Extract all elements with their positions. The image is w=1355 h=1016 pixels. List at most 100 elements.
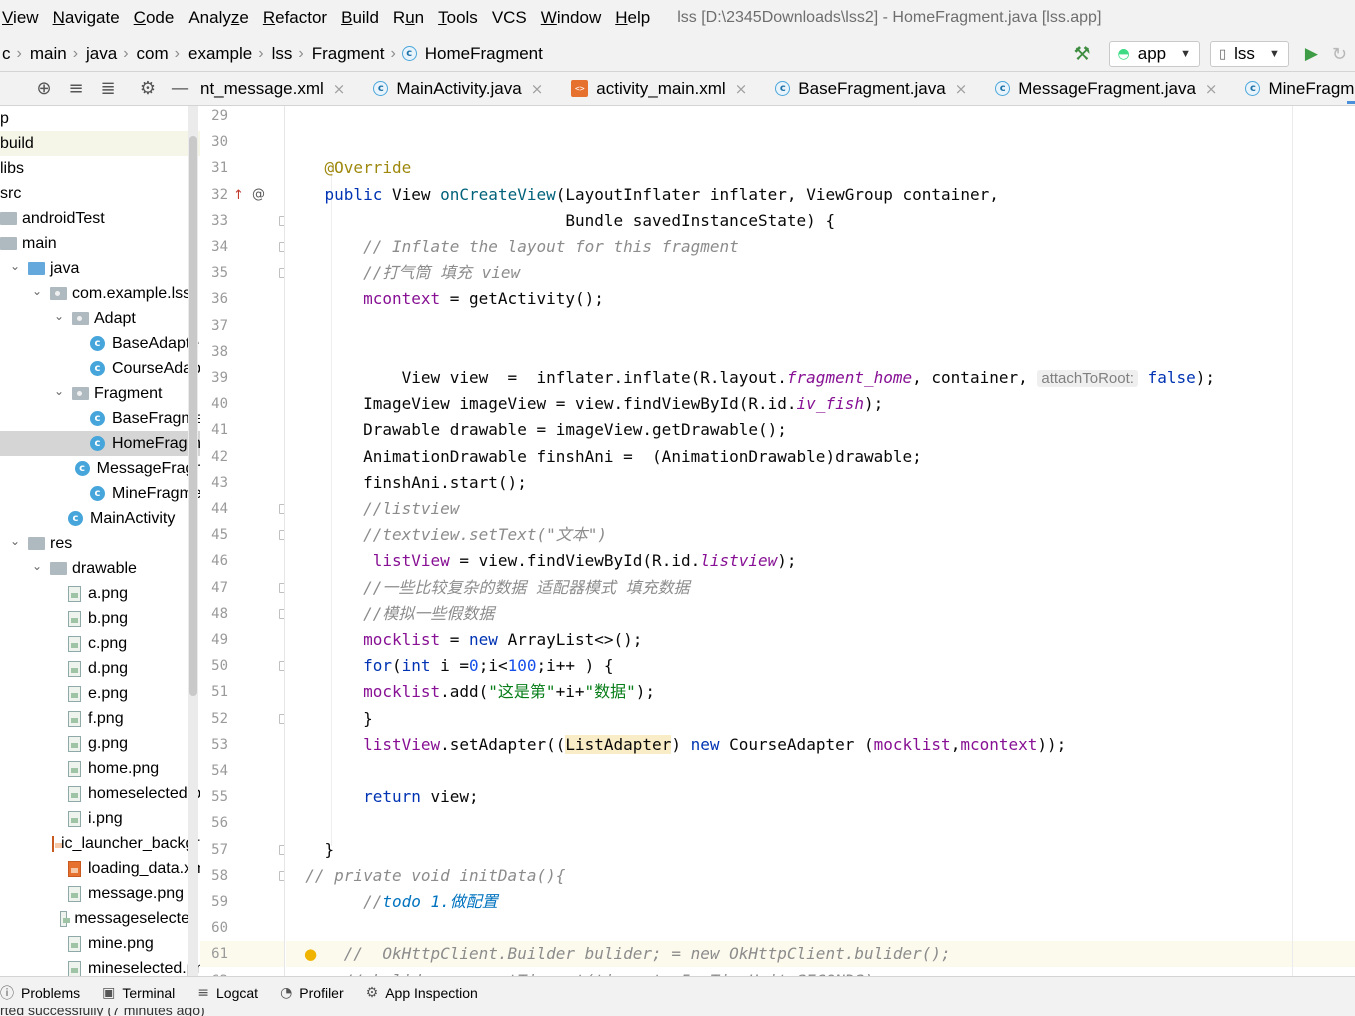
tree-item[interactable]: g.png xyxy=(0,731,200,756)
menu-vcs[interactable]: VCS xyxy=(485,0,534,36)
tree-item[interactable]: e.png xyxy=(0,681,200,706)
tree-item[interactable]: b.png xyxy=(0,606,200,631)
code-line[interactable]: View view = inflater.inflate(R.layout.fr… xyxy=(286,365,1355,391)
editor-tab[interactable]: c BaseFragment.java × xyxy=(757,72,977,105)
code-line[interactable]: for(int i =0;i<100;i++ ) { xyxy=(286,653,1355,679)
tree-item[interactable]: c CourseAdapter xyxy=(0,356,200,381)
code-line[interactable] xyxy=(286,129,1355,155)
tree-item[interactable]: ⌄ drawable xyxy=(0,556,200,581)
at-sign-icon[interactable]: @ xyxy=(252,182,265,208)
fold-marker-icon[interactable] xyxy=(279,504,284,514)
tree-item[interactable]: ⌄ Fragment xyxy=(0,381,200,406)
menu-refactor[interactable]: Refactor xyxy=(256,0,334,36)
code-line[interactable]: AnimationDrawable finshAni = (AnimationD… xyxy=(286,444,1355,470)
close-icon[interactable]: × xyxy=(1205,80,1218,98)
code-line[interactable]: ImageView imageView = view.findViewById(… xyxy=(286,391,1355,417)
code-line[interactable]: //textview.setText("文本") xyxy=(286,522,1355,548)
chevron-down-icon[interactable]: ⌄ xyxy=(8,534,22,548)
editor-tab[interactable]: cMineFragment.java× xyxy=(1227,72,1355,105)
fold-marker-icon[interactable] xyxy=(279,844,284,855)
locate-target-icon[interactable]: ⊕ xyxy=(28,78,60,99)
tree-item[interactable]: c BaseAdapter xyxy=(0,331,200,356)
apply-changes-icon[interactable]: ↻ xyxy=(1332,44,1347,65)
fold-marker-icon[interactable] xyxy=(279,713,284,724)
expand-all-icon[interactable]: ≡ xyxy=(60,78,92,99)
tree-item[interactable]: c.png xyxy=(0,631,200,656)
chevron-down-icon[interactable]: ⌄ xyxy=(52,384,66,398)
fold-marker-icon[interactable] xyxy=(279,530,284,541)
menu-code[interactable]: Code xyxy=(127,0,182,36)
breadcrumb-item[interactable]: c xyxy=(0,44,13,64)
menu-help[interactable]: Help xyxy=(608,0,657,36)
code-line[interactable]: @Override xyxy=(286,155,1355,181)
tree-item[interactable]: ⌄ java xyxy=(0,256,200,281)
code-line[interactable] xyxy=(286,106,1355,129)
code-line[interactable]: // bulider.connectTimeout(timeout: 5, Ti… xyxy=(286,968,1355,976)
code-line[interactable]: // private void initData(){ xyxy=(286,863,1355,889)
code-line[interactable]: // OkHttpClient.Builder bulider; = new O… xyxy=(286,941,1355,968)
tree-item[interactable]: f.png xyxy=(0,706,200,731)
menu-view[interactable]: View xyxy=(0,0,46,36)
tree-item[interactable]: loading_data.xml xyxy=(0,856,200,881)
fold-marker-icon[interactable] xyxy=(279,870,284,881)
device-select[interactable]: ▯ lss ▼ xyxy=(1210,41,1289,67)
code-line[interactable]: //一些比较复杂的数据 适配器模式 填充数据 xyxy=(286,575,1355,601)
close-icon[interactable]: × xyxy=(531,80,544,98)
breadcrumb-item[interactable]: main xyxy=(28,44,69,64)
code-line[interactable]: //todo 1.做配置 xyxy=(286,889,1355,915)
close-icon[interactable]: × xyxy=(735,80,748,98)
editor-tab[interactable]: c MessageFragment.java × xyxy=(977,72,1227,105)
hide-icon[interactable]: — xyxy=(164,78,196,99)
code-line[interactable]: listView = view.findViewById(R.id.listvi… xyxy=(286,548,1355,574)
chevron-down-icon[interactable]: ⌄ xyxy=(30,559,44,573)
tree-item[interactable]: d.png xyxy=(0,656,200,681)
tree-item[interactable]: src xyxy=(0,181,200,206)
code-line[interactable] xyxy=(286,339,1355,365)
breadcrumb-item[interactable]: lss xyxy=(270,44,295,64)
tree-item[interactable]: home.png xyxy=(0,756,200,781)
fold-marker-icon[interactable] xyxy=(279,582,284,593)
gear-icon[interactable]: ⚙ xyxy=(132,78,164,99)
tree-item[interactable]: i.png xyxy=(0,806,200,831)
code-line[interactable]: //模拟一些假数据 xyxy=(286,601,1355,627)
code-line[interactable]: finshAni.start(); xyxy=(286,470,1355,496)
code-line[interactable]: listView.setAdapter((ListAdapter) new Co… xyxy=(286,732,1355,758)
fold-marker-icon[interactable] xyxy=(279,242,284,252)
tree-item[interactable]: c MineFragment xyxy=(0,481,200,506)
tree-scrollbar[interactable] xyxy=(188,106,198,976)
tree-item[interactable]: message.png xyxy=(0,881,200,906)
code-line[interactable] xyxy=(286,313,1355,339)
tool-terminal[interactable]: ▣ Terminal xyxy=(102,985,175,1001)
fold-marker-icon[interactable] xyxy=(279,215,284,226)
tree-item[interactable]: c BaseFragment xyxy=(0,406,200,431)
code-line[interactable]: Drawable drawable = imageView.getDrawabl… xyxy=(286,417,1355,443)
editor-tab[interactable]: <> activity_main.xml × xyxy=(553,72,757,105)
collapse-all-icon[interactable]: ≣ xyxy=(92,78,124,99)
code-editor[interactable]: @Override public View onCreateView(Layou… xyxy=(286,106,1355,976)
menu-build[interactable]: Build xyxy=(334,0,386,36)
breadcrumb-item[interactable]: HomeFragment xyxy=(423,44,545,64)
code-line[interactable] xyxy=(286,758,1355,784)
code-line[interactable]: return view; xyxy=(286,784,1355,810)
chevron-down-icon[interactable]: ⌄ xyxy=(8,259,22,273)
tree-item[interactable]: libs xyxy=(0,156,200,181)
close-icon[interactable]: × xyxy=(333,80,346,98)
editor-tab[interactable]: nt_message.xml × xyxy=(200,72,355,105)
tool-logcat[interactable]: ≡ Logcat xyxy=(197,985,258,1001)
tree-item[interactable]: ⌄ com.example.lss xyxy=(0,281,200,306)
tree-item[interactable]: c MainActivity xyxy=(0,506,200,531)
chevron-down-icon[interactable]: ⌄ xyxy=(52,309,66,323)
code-line[interactable]: } xyxy=(286,837,1355,863)
menu-run[interactable]: Run xyxy=(386,0,431,36)
menu-window[interactable]: Window xyxy=(534,0,608,36)
code-line[interactable]: //打气筒 填充 view xyxy=(286,260,1355,286)
tree-item[interactable]: ⌄ res xyxy=(0,531,200,556)
tool-profiler[interactable]: ◔ Profiler xyxy=(280,985,344,1001)
breadcrumb-item[interactable]: Fragment xyxy=(310,44,387,64)
breadcrumb-item[interactable]: example xyxy=(186,44,254,64)
code-line[interactable]: mocklist.add("这是第"+i+"数据"); xyxy=(286,679,1355,705)
tree-item[interactable]: messageselected.png xyxy=(0,906,200,931)
fold-marker-icon[interactable] xyxy=(279,661,284,672)
tree-item[interactable]: homeselected.png xyxy=(0,781,200,806)
code-line[interactable]: mocklist = new ArrayList<>(); xyxy=(286,627,1355,653)
